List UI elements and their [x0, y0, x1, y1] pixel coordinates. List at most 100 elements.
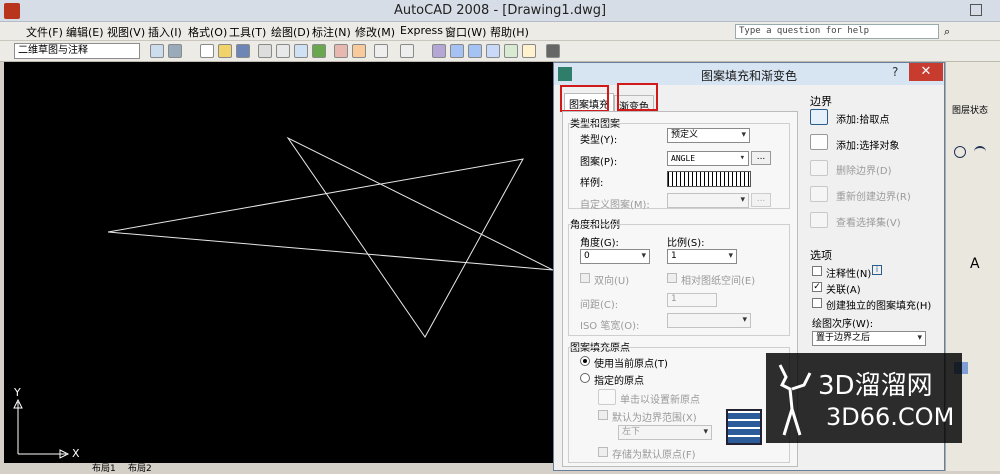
watermark: 3D溜溜网 3D66.COM [766, 353, 962, 443]
pattern-swatch[interactable] [667, 171, 751, 187]
publish-icon[interactable] [294, 44, 308, 58]
open-file-icon[interactable] [218, 44, 232, 58]
menu-dimension[interactable]: 标注(N) [312, 24, 351, 40]
workspace-save-icon[interactable] [168, 44, 182, 58]
plot-icon[interactable] [258, 44, 272, 58]
select-objects-icon[interactable] [810, 134, 828, 150]
pan-icon[interactable] [432, 44, 446, 58]
double-checkbox[interactable] [580, 273, 590, 283]
dialog-title: 图案填充和渐变色 [700, 69, 797, 83]
recreate-boundary-button[interactable]: 重新创建边界(R) [836, 188, 911, 203]
tab-layout2[interactable]: 布局2 [128, 461, 152, 474]
annotative-checkbox[interactable] [812, 266, 822, 276]
calculator-icon[interactable] [546, 44, 560, 58]
undo-icon[interactable] [374, 44, 388, 58]
menu-draw[interactable]: 绘图(D) [271, 24, 310, 40]
origin-position-select[interactable]: 左下 [618, 425, 712, 440]
restore-icon[interactable] [970, 4, 982, 16]
3d-dwf-icon[interactable] [312, 44, 326, 58]
custom-pattern-browse-button[interactable]: ... [751, 193, 771, 207]
redo-icon[interactable] [400, 44, 414, 58]
plot-preview-icon[interactable] [276, 44, 290, 58]
menu-tools[interactable]: 工具(T) [229, 24, 266, 40]
remove-boundary-icon[interactable] [810, 160, 828, 176]
type-select[interactable]: 预定义 [667, 128, 750, 143]
add-select-objects-button[interactable]: 添加:选择对象 [836, 137, 899, 152]
circle-tool-icon[interactable] [954, 146, 966, 158]
highlight-box-gradient-tab [617, 83, 658, 111]
menu-file[interactable]: 文件(F) [26, 24, 63, 40]
layout-tabs-bar: 布局1 布局2 [4, 461, 553, 474]
menu-modify[interactable]: 修改(M) [355, 24, 395, 40]
view-selection-button[interactable]: 查看选择集(V) [836, 214, 901, 229]
workspace-select[interactable]: 二维草图与注释 [14, 43, 140, 59]
type-label: 类型(Y): [580, 135, 618, 146]
scale-label: 比例(S): [667, 238, 705, 249]
star-polyline [107, 136, 554, 338]
associative-checkbox[interactable]: ✓ [812, 282, 822, 292]
relative-paper-checkbox[interactable] [667, 273, 677, 283]
draw-order-select[interactable]: 置于边界之后 [812, 331, 926, 346]
zoom-window-icon[interactable] [468, 44, 482, 58]
block-editor-icon[interactable] [352, 44, 366, 58]
zoom-previous-icon[interactable] [486, 44, 500, 58]
pattern-browse-button[interactable]: ... [751, 151, 771, 165]
menu-help[interactable]: 帮助(H) [490, 24, 529, 40]
tab-layout1[interactable]: 布局1 [92, 461, 116, 474]
default-boundary-checkbox[interactable] [598, 410, 608, 420]
ucs-x-label: X [72, 447, 80, 460]
match-properties-icon[interactable] [334, 44, 348, 58]
menu-window[interactable]: 窗口(W) [445, 24, 486, 40]
angle-label: 角度(G): [580, 238, 619, 249]
angle-select[interactable]: 0 [580, 249, 650, 264]
menu-insert[interactable]: 插入(I) [148, 24, 182, 40]
iso-pen-select[interactable] [667, 313, 751, 328]
workspace-settings-icon[interactable] [150, 44, 164, 58]
specified-origin-label: 指定的原点 [594, 376, 644, 387]
save-icon[interactable] [236, 44, 250, 58]
new-file-icon[interactable] [200, 44, 214, 58]
highlight-box-hatch-tab [560, 85, 609, 112]
star-drawing [13, 136, 554, 459]
separate-hatches-checkbox[interactable] [812, 298, 822, 308]
menu-edit[interactable]: 编辑(E) [66, 24, 104, 40]
scale-select[interactable]: 1 [667, 249, 737, 264]
pick-points-icon[interactable] [810, 109, 828, 125]
custom-pattern-select[interactable] [667, 193, 749, 208]
info-icon[interactable]: i [872, 265, 882, 275]
menu-format[interactable]: 格式(O) [188, 24, 227, 40]
menu-view[interactable]: 视图(V) [107, 24, 145, 40]
window-title: AutoCAD 2008 - [Drawing1.dwg] [393, 3, 607, 18]
search-icon[interactable]: ⌕ [944, 25, 950, 39]
ucs-y-label: Y [14, 386, 21, 399]
store-default-checkbox[interactable] [598, 447, 608, 457]
boundary-title: 边界 [810, 95, 832, 108]
default-boundary-label: 默认为边界范围(X) [612, 413, 697, 424]
click-set-origin-icon[interactable] [598, 389, 616, 405]
view-selection-icon[interactable] [810, 212, 828, 228]
separate-hatches-label: 创建独立的图案填充(H) [826, 301, 932, 312]
help-search-input[interactable]: Type a question for help [735, 24, 939, 39]
remove-boundary-button[interactable]: 删除边界(D) [836, 162, 892, 177]
drawing-canvas[interactable]: Y X [4, 62, 554, 467]
draw-order-label: 绘图次序(W): [812, 319, 874, 330]
annotative-label: 注释性(N) [826, 269, 872, 280]
recreate-boundary-icon[interactable] [810, 186, 828, 202]
arc-tool-icon[interactable] [974, 146, 986, 158]
design-center-icon[interactable] [522, 44, 536, 58]
dialog-help-button[interactable]: ? [892, 65, 898, 79]
menu-express[interactable]: Express [400, 24, 443, 37]
text-tool-icon[interactable]: A [970, 256, 980, 272]
specified-origin-radio[interactable] [580, 373, 590, 383]
dialog-close-button[interactable]: ✕ [909, 63, 943, 81]
spacing-input[interactable]: 1 [667, 293, 717, 307]
pattern-select[interactable]: ANGLE [667, 151, 749, 166]
properties-icon[interactable] [504, 44, 518, 58]
layer-state-label: 图层状态 [952, 106, 989, 116]
options-title: 选项 [810, 249, 832, 262]
iso-pen-label: ISO 笔宽(O): [580, 321, 640, 332]
relative-paper-label: 相对图纸空间(E) [681, 276, 756, 287]
zoom-realtime-icon[interactable] [450, 44, 464, 58]
use-current-origin-radio[interactable] [580, 356, 590, 366]
add-pick-points-button[interactable]: 添加:拾取点 [836, 111, 889, 126]
